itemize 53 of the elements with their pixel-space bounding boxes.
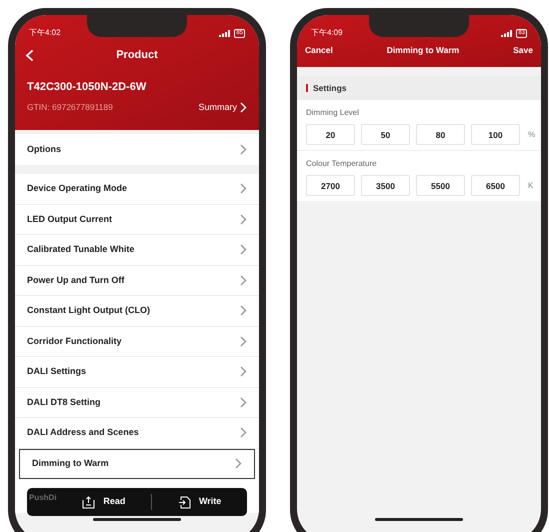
chevron-right-icon (240, 214, 247, 225)
menu-row[interactable]: Corridor Functionality (15, 326, 259, 357)
unit-label: % (528, 128, 536, 140)
chevron-right-icon (240, 274, 247, 286)
value-field[interactable]: 6500 (471, 175, 520, 196)
accent-bar-icon (306, 84, 308, 92)
chevron-right-icon (240, 336, 247, 347)
menu-row[interactable]: Power Up and Turn Off (15, 266, 259, 296)
section-title: Settings (313, 82, 347, 94)
page-title: Product (116, 48, 158, 63)
read-button[interactable]: Read (56, 488, 152, 516)
value-field[interactable]: 80 (416, 124, 465, 145)
menu-row[interactable]: DALI Address and Scenes (15, 418, 259, 448)
status-time: 下午4:09 (311, 27, 343, 39)
signal-icon (501, 30, 514, 36)
options-row[interactable]: Options (15, 134, 259, 165)
menu-row[interactable]: Constant Light Output (CLO) (15, 296, 259, 326)
document-arrow-icon (178, 496, 191, 508)
write-button[interactable]: Write (152, 488, 247, 516)
cancel-button[interactable]: Cancel (305, 44, 333, 56)
value-field[interactable]: 2700 (306, 175, 355, 196)
unit-label: K (528, 180, 534, 192)
chevron-right-icon (235, 458, 242, 470)
upload-tray-icon (82, 496, 96, 508)
value-field[interactable]: 5500 (416, 175, 465, 196)
chevron-right-icon (240, 144, 247, 155)
menu-row[interactable]: Dimming to Warm (19, 448, 255, 479)
chevron-right-icon (240, 244, 247, 256)
back-icon (25, 48, 34, 62)
status-time: 下午4:02 (29, 27, 61, 39)
save-button[interactable]: Save (513, 44, 533, 56)
chevron-right-icon (240, 396, 247, 408)
menu-row[interactable]: Device Operating Mode (15, 174, 259, 204)
chevron-right-icon (240, 305, 247, 316)
chevron-right-icon (240, 102, 247, 113)
chevron-right-icon (240, 183, 247, 194)
summary-link[interactable]: Summary (198, 100, 247, 114)
menu-row[interactable]: DALI Settings (15, 357, 259, 388)
menu-row[interactable]: DALI DT8 Setting (15, 388, 259, 418)
signal-icon (219, 30, 232, 36)
value-field[interactable]: 20 (306, 124, 355, 145)
chevron-right-icon (240, 427, 247, 438)
field-label: Colour Temperature (306, 158, 378, 170)
chevron-right-icon (240, 366, 247, 378)
menu-row[interactable]: LED Output Current (15, 204, 259, 235)
value-field[interactable]: 50 (361, 124, 410, 145)
page-title: Dimming to Warm (386, 44, 460, 56)
field-label: Dimming Level (306, 107, 360, 119)
menu-row[interactable]: Calibrated Tunable White (15, 235, 259, 266)
gtin-text: GTIN: 6972677891189 (27, 100, 113, 114)
product-name: T42C300-1050N-2D-6W (27, 80, 148, 95)
value-field[interactable]: 3500 (361, 175, 410, 196)
value-field[interactable]: 100 (471, 124, 520, 145)
